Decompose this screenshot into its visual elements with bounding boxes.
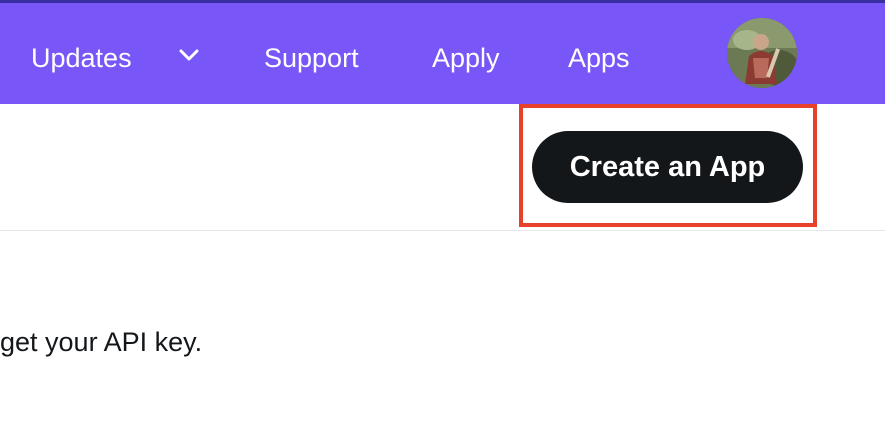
nav-item-updates[interactable]: Updates <box>31 38 132 78</box>
nav-item-apps[interactable]: Apps <box>568 38 630 78</box>
user-avatar-photo-icon <box>727 18 797 88</box>
nav-item-apply[interactable]: Apply <box>432 38 500 78</box>
intro-text: get your API key. <box>0 327 203 357</box>
chevron-down-icon[interactable] <box>178 47 200 63</box>
create-app-button[interactable]: Create an App <box>532 131 803 203</box>
nav-item-support[interactable]: Support <box>264 38 359 78</box>
user-avatar[interactable] <box>727 18 797 88</box>
section-divider <box>0 230 885 231</box>
top-navigation-bar: Updates Support Apply Apps <box>0 3 885 104</box>
